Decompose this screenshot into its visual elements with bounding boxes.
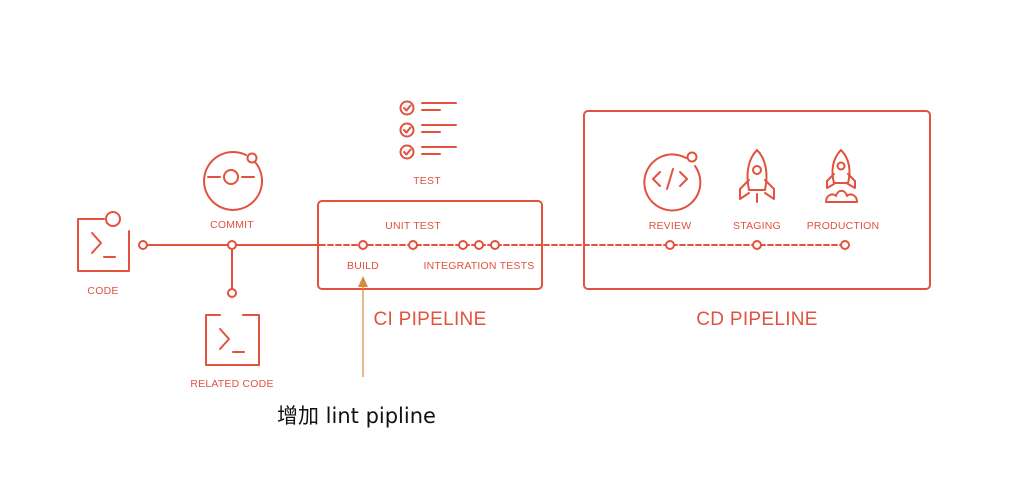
review-node [665, 240, 675, 250]
staging-label: STAGING [733, 220, 781, 232]
rocket-launch-icon [825, 149, 858, 203]
checklist-icon [399, 100, 457, 160]
code-terminal-icon [77, 211, 130, 272]
related-code-node [227, 288, 237, 298]
build-node [358, 240, 368, 250]
annotation-arrow [358, 276, 368, 377]
commit-node [227, 240, 237, 250]
related-code-label: RELATED CODE [190, 378, 273, 390]
code-label: CODE [87, 285, 118, 297]
review-label: REVIEW [649, 220, 692, 232]
rocket-icon [739, 149, 775, 203]
integration-tests-label: INTEGRATION TESTS [424, 260, 535, 272]
unit-test-node [408, 240, 418, 250]
commit-label: COMMIT [210, 219, 254, 231]
integration-test-node-3 [490, 240, 500, 250]
related-code-terminal-icon [205, 314, 260, 366]
unit-test-label: UNIT TEST [385, 220, 441, 232]
annotation-text: 增加 lint pipline [277, 404, 436, 428]
integration-test-node-1 [458, 240, 468, 250]
production-label: PRODUCTION [807, 220, 880, 232]
ci-pipeline-title: CI PIPELINE [373, 309, 486, 330]
cd-pipeline-title: CD PIPELINE [696, 309, 818, 330]
build-label: BUILD [347, 260, 379, 272]
commit-icon [203, 150, 264, 211]
staging-node [752, 240, 762, 250]
integration-test-node-2 [474, 240, 484, 250]
code-review-icon [643, 151, 702, 212]
code-node [138, 240, 148, 250]
production-node [840, 240, 850, 250]
test-label: TEST [413, 175, 441, 187]
ci-cd-pipeline-diagram: CODE COMMIT RELATED CODE TEST UNIT TEST … [77, 100, 931, 428]
